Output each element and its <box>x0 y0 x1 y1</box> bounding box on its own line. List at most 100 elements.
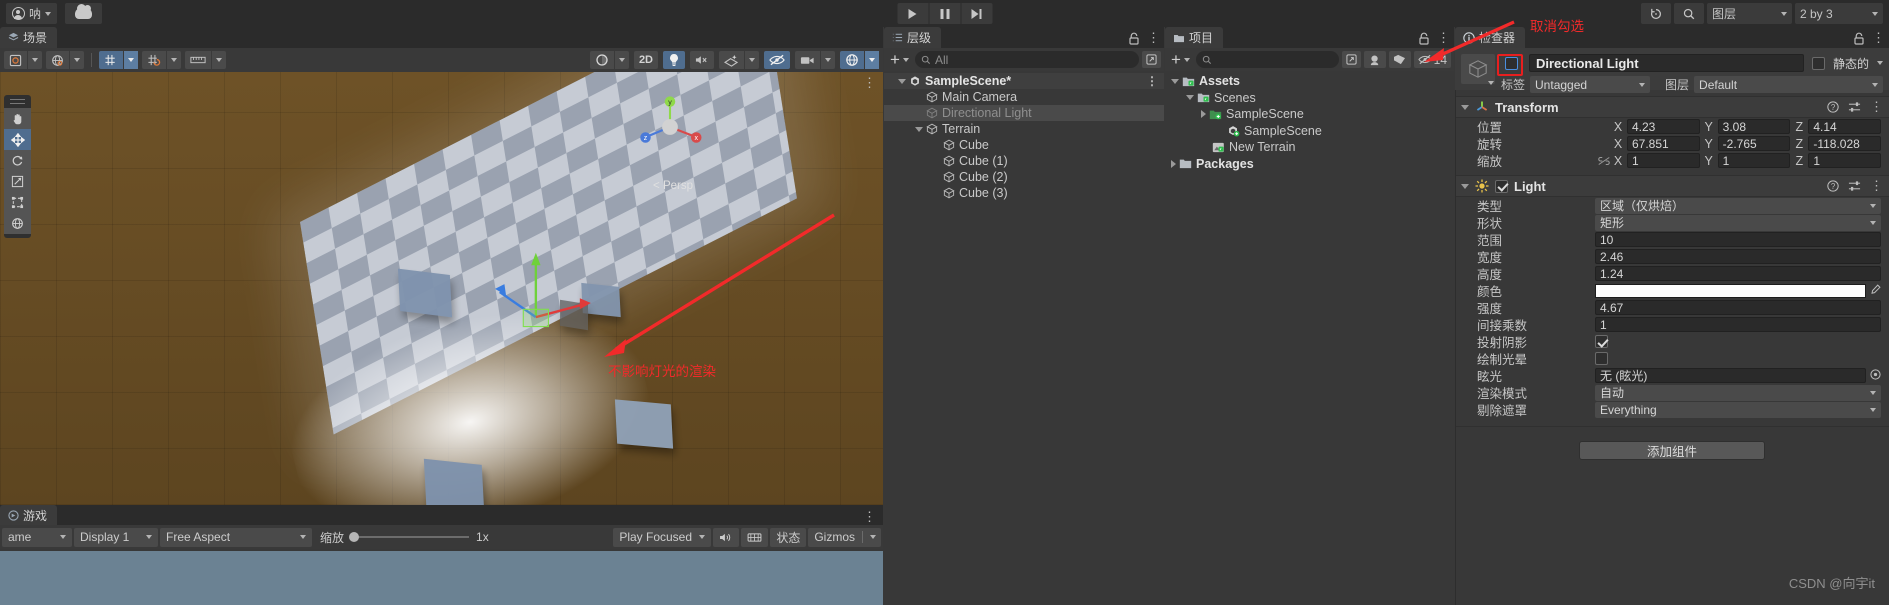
shading-mode-control[interactable] <box>589 51 629 69</box>
layer-dropdown[interactable]: Default <box>1694 76 1883 93</box>
handle-space-control[interactable] <box>46 51 84 69</box>
preset-icon[interactable] <box>1848 180 1861 192</box>
scale-tool-button[interactable] <box>4 171 31 192</box>
transform-gizmo[interactable] <box>495 237 605 347</box>
tab-game[interactable]: 游戏 <box>0 505 58 525</box>
rect-tool-button[interactable] <box>4 192 31 213</box>
game-mode-dropdown[interactable]: ame <box>2 527 72 547</box>
chevron-down-icon[interactable] <box>915 126 923 132</box>
project-item-packages[interactable]: Packages <box>1165 156 1454 173</box>
scene-fx-control[interactable] <box>719 51 759 69</box>
hidden-objects-button[interactable] <box>764 51 790 69</box>
scene-viewport[interactable]: y x z < Persp 不影响灯光的渲染 <box>0 72 883 505</box>
light-field-宽度-input[interactable]: 2.46 <box>1595 249 1881 264</box>
eyedropper-icon[interactable] <box>1870 283 1881 298</box>
project-save-button[interactable] <box>1363 51 1386 68</box>
tab-scene[interactable]: 场景 <box>0 27 58 48</box>
cube-object[interactable] <box>423 458 485 505</box>
transform-y-input[interactable]: -2.765 <box>1717 136 1791 151</box>
hierarchy-item-main-camera[interactable]: Main Camera <box>884 89 1164 105</box>
view-orientation-gizmo[interactable]: y x z <box>635 92 705 162</box>
project-popout-button[interactable] <box>1341 51 1361 68</box>
hand-tool-button[interactable] <box>4 108 31 129</box>
help-icon[interactable]: ? <box>1827 180 1839 192</box>
kebab-menu-icon[interactable]: ⋮ <box>1870 99 1883 115</box>
game-stats-toggle[interactable]: 状态 <box>770 527 807 547</box>
transform-x-input[interactable]: 67.851 <box>1627 136 1700 151</box>
chevron-down-icon[interactable] <box>864 51 879 69</box>
kebab-menu-icon[interactable]: ⋮ <box>1870 178 1883 194</box>
kebab-menu-icon[interactable]: ⋮ <box>1437 30 1450 46</box>
light-enabled-checkbox[interactable] <box>1495 179 1508 193</box>
light-field-形状-dropdown[interactable]: 矩形 <box>1595 214 1881 231</box>
add-component-button[interactable]: 添加组件 <box>1579 441 1765 460</box>
project-item-new-terrain[interactable]: New Terrain <box>1165 139 1454 156</box>
project-item-scenes[interactable]: Scenes <box>1165 90 1454 107</box>
chevron-down-icon[interactable] <box>1461 104 1469 110</box>
unlink-icon[interactable] <box>1595 156 1613 166</box>
project-item-assets[interactable]: Assets <box>1165 73 1454 90</box>
zoom-slider[interactable] <box>349 532 470 542</box>
hierarchy-item-directional-light[interactable]: Directional Light <box>884 105 1164 121</box>
transform-y-input[interactable]: 3.08 <box>1717 119 1791 134</box>
project-add-button[interactable]: + <box>1168 51 1193 68</box>
light-field-眩光-object-input[interactable]: 无 (眩光) <box>1595 368 1866 383</box>
static-checkbox[interactable] <box>1811 56 1825 70</box>
chevron-down-icon[interactable] <box>1186 95 1194 101</box>
light-component-header[interactable]: Light ? ⋮ <box>1455 175 1889 197</box>
cube-object[interactable] <box>397 268 453 318</box>
chevron-down-icon[interactable] <box>211 51 226 69</box>
tab-project[interactable]: 项目 <box>1165 27 1224 48</box>
transform-component-header[interactable]: Transform ? ⋮ <box>1455 96 1889 118</box>
chevron-down-icon[interactable] <box>898 78 906 84</box>
transform-z-input[interactable]: 1 <box>1808 153 1882 168</box>
light-field-剔除遮罩-dropdown[interactable]: Everything <box>1595 401 1881 418</box>
light-field-范围-input[interactable]: 10 <box>1595 232 1881 247</box>
transform-z-input[interactable]: -118.028 <box>1808 136 1882 151</box>
light-field-渲染模式-dropdown[interactable]: 自动 <box>1595 384 1881 401</box>
project-item-samplescene[interactable]: SampleScene <box>1165 106 1454 123</box>
tag-dropdown[interactable]: Untagged <box>1530 76 1651 93</box>
chevron-down-icon[interactable] <box>1171 78 1179 84</box>
light-field-类型-dropdown[interactable]: 区域（仅烘焙） <box>1595 197 1881 214</box>
prefab-thumbnail[interactable] <box>1461 54 1495 85</box>
light-field-投射阴影-checkbox[interactable] <box>1595 335 1608 348</box>
hierarchy-item-terrain[interactable]: Terrain <box>884 121 1164 137</box>
light-field-间接乘数-input[interactable]: 1 <box>1595 317 1881 332</box>
chevron-down-icon[interactable] <box>123 51 138 69</box>
chevron-down-icon[interactable] <box>166 51 181 69</box>
play-button[interactable] <box>897 3 928 24</box>
scene-lighting-button[interactable] <box>663 51 685 69</box>
undo-history-button[interactable] <box>1641 3 1671 24</box>
chevron-right-icon[interactable] <box>1171 159 1176 168</box>
chevron-right-icon[interactable] <box>1201 110 1206 119</box>
toggle-2d-button[interactable]: 2D <box>633 51 658 69</box>
scene-camera-control[interactable] <box>795 51 835 69</box>
hierarchy-item-cube-1[interactable]: Cube (1) <box>884 153 1164 169</box>
rotate-tool-button[interactable] <box>4 150 31 171</box>
toolstrip-drag-handle[interactable] <box>10 99 25 104</box>
light-field-高度-input[interactable]: 1.24 <box>1595 266 1881 281</box>
display-dropdown[interactable]: Display 1 <box>74 527 158 547</box>
transform-x-input[interactable]: 4.23 <box>1627 119 1700 134</box>
account-button[interactable]: 呐 <box>6 3 58 24</box>
hierarchy-item-cube-2[interactable]: Cube (2) <box>884 169 1164 185</box>
step-button[interactable] <box>961 3 992 24</box>
hierarchy-search-input[interactable]: All <box>914 51 1139 68</box>
pause-button[interactable] <box>929 3 960 24</box>
chevron-down-icon[interactable] <box>69 51 84 69</box>
layers-dropdown[interactable]: 图层 <box>1707 3 1792 24</box>
ruler-control[interactable] <box>185 51 226 69</box>
game-menu-icon[interactable]: ⋮ <box>863 509 883 525</box>
light-field-强度-input[interactable]: 4.67 <box>1595 300 1881 315</box>
kebab-menu-icon[interactable]: ⋮ <box>1872 30 1885 46</box>
chevron-down-icon[interactable] <box>820 51 835 69</box>
kebab-menu-icon[interactable]: ⋮ <box>1147 30 1160 46</box>
chevron-down-icon[interactable] <box>27 51 42 69</box>
game-stats-button[interactable] <box>741 527 769 547</box>
project-item-samplescene[interactable]: SampleScene <box>1165 123 1454 140</box>
chevron-down-icon[interactable] <box>613 51 629 69</box>
hierarchy-item-cube[interactable]: Cube <box>884 137 1164 153</box>
play-focused-dropdown[interactable]: Play Focused <box>613 527 712 547</box>
lock-icon[interactable] <box>1128 32 1140 45</box>
